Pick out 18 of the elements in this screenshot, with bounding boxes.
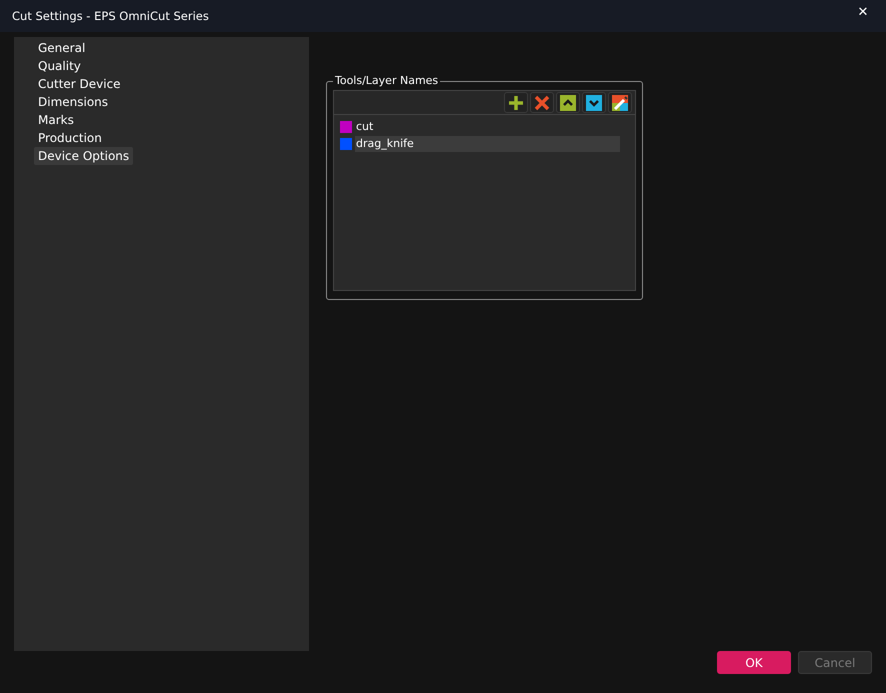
down-arrow-button[interactable]: [582, 92, 606, 113]
sidebar-item[interactable]: Quality: [34, 57, 85, 75]
ok-button[interactable]: OK: [717, 651, 791, 674]
group-title: Tools/Layer Names: [333, 74, 440, 88]
sidebar-item[interactable]: Production: [34, 129, 106, 147]
sidebar-item[interactable]: Dimensions: [34, 93, 112, 111]
sidebar-item[interactable]: General: [34, 39, 90, 57]
close-button[interactable]: ✕: [843, 0, 883, 25]
add-button[interactable]: [504, 92, 528, 113]
sidebar-item[interactable]: Marks: [34, 111, 78, 129]
sidebar-item[interactable]: Cutter Device: [34, 75, 125, 93]
sidebar-item[interactable]: Device Options: [34, 147, 134, 165]
up-arrow-button[interactable]: [556, 92, 580, 113]
window-title: Cut Settings - EPS OmniCut Series: [12, 9, 209, 23]
layer-item[interactable]: drag_knife: [355, 136, 620, 152]
delete-button[interactable]: [530, 92, 554, 113]
layer-item[interactable]: cut: [355, 118, 620, 134]
color-edit-button[interactable]: [608, 92, 632, 113]
